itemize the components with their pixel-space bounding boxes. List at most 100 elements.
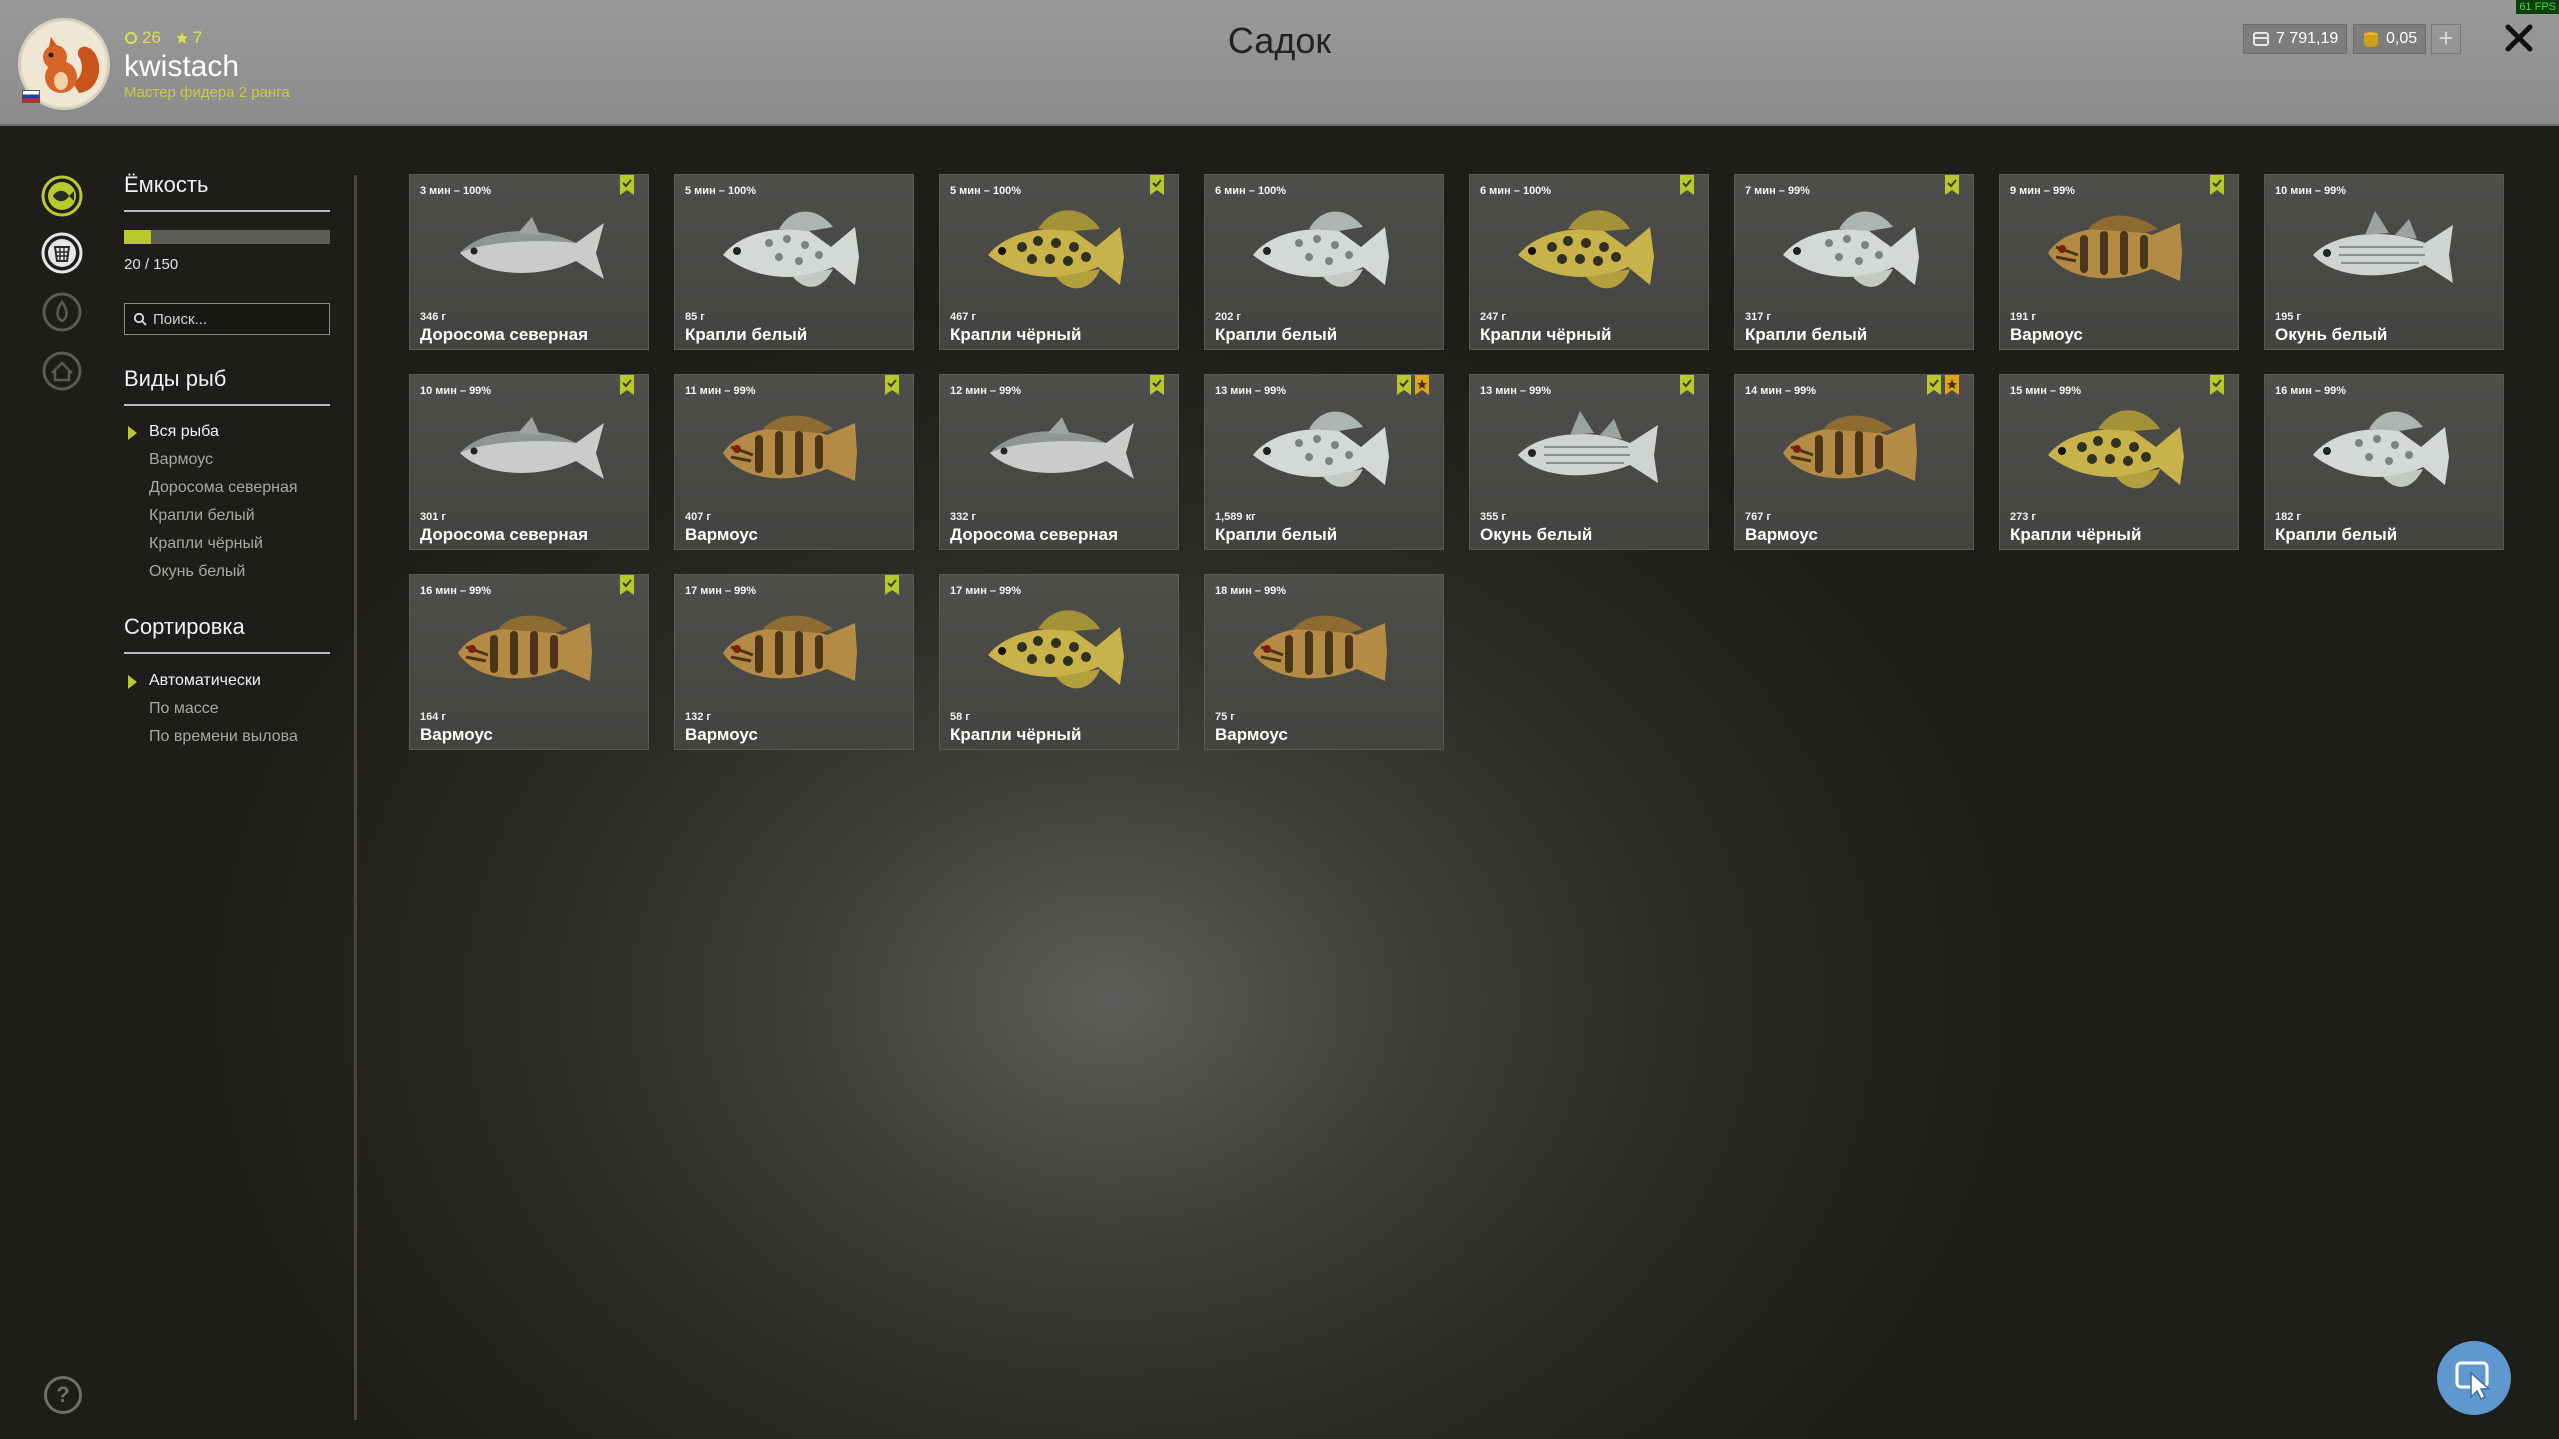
- fish-warmouth-icon: [709, 397, 881, 499]
- fish-card[interactable]: 9 мин – 99% 191 г Вармоус: [1999, 174, 2239, 350]
- fish-badges: [1150, 175, 1164, 195]
- rail-home-button[interactable]: [40, 349, 84, 393]
- fish-card[interactable]: 10 мин – 99% 195 г Окунь белый: [2264, 174, 2504, 350]
- fps-counter: 61 FPS: [2516, 0, 2559, 14]
- fish-name: Крапли белый: [2275, 525, 2398, 544]
- fish-name: Крапли белый: [685, 325, 808, 344]
- species-filter-list: Вся рыба Вармоус Доросома северная Крапл…: [124, 422, 298, 590]
- fish-weight: 407 г: [685, 511, 711, 523]
- fish-name: Доросома северная: [950, 525, 1119, 544]
- green-bookmark-icon: [620, 175, 634, 195]
- sort-option-catch-time[interactable]: По времени вылова: [124, 727, 298, 755]
- fish-badges: [1397, 375, 1429, 395]
- fish-catch-time: 16 мин – 99%: [420, 585, 492, 597]
- fish-card[interactable]: 6 мин – 100% 202 г Крапли белый: [1204, 174, 1444, 350]
- green-bookmark-icon: [1150, 175, 1164, 195]
- add-currency-button[interactable]: +: [2431, 24, 2461, 54]
- country-flag-icon: [22, 90, 40, 103]
- fish-wcrappie-icon: [1239, 397, 1411, 499]
- fish-name: Крапли белый: [1215, 325, 1338, 344]
- fish-card[interactable]: 16 мин – 99% 164 г Вармоус: [409, 574, 649, 750]
- rail-campfire-button[interactable]: [40, 290, 84, 334]
- rail-keepnet-fish-button[interactable]: [40, 174, 84, 218]
- fish-search[interactable]: [124, 303, 330, 335]
- fish-card[interactable]: 17 мин – 99% 58 г Крапли чёрный: [939, 574, 1179, 750]
- fish-card[interactable]: 12 мин – 99% 332 г Доросома северная: [939, 374, 1179, 550]
- green-bookmark-icon: [1680, 375, 1694, 395]
- fish-weight: 85 г: [685, 311, 705, 323]
- fish-card[interactable]: 18 мин – 99% 75 г Вармоус: [1204, 574, 1444, 750]
- close-button[interactable]: [2501, 20, 2537, 56]
- rail-keepnet-button[interactable]: [40, 231, 84, 275]
- green-bookmark-icon: [1680, 175, 1694, 195]
- fish-card[interactable]: 11 мин – 99% 407 г Вармоус: [674, 374, 914, 550]
- fish-card[interactable]: 5 мин – 100% 85 г Крапли белый: [674, 174, 914, 350]
- fish-weight: 1,589 кг: [1215, 511, 1256, 523]
- capacity-progress-bar: [124, 230, 330, 244]
- green-bookmark-icon: [885, 375, 899, 395]
- fish-catch-time: 6 мин – 100%: [1215, 185, 1287, 197]
- silver-amount: 7 791,19: [2276, 30, 2339, 47]
- fish-weight: 182 г: [2275, 511, 2301, 523]
- fish-weight: 317 г: [1745, 311, 1771, 323]
- sort-heading: Сортировка: [124, 614, 245, 639]
- fish-weight: 164 г: [420, 711, 446, 723]
- fish-weight: 767 г: [1745, 511, 1771, 523]
- fish-badges: [2210, 175, 2224, 195]
- fish-name: Вармоус: [685, 725, 758, 744]
- species-filter-black-crappie[interactable]: Крапли чёрный: [124, 534, 298, 562]
- fish-wcrappie-icon: [709, 197, 881, 299]
- fish-badges: [1680, 375, 1694, 395]
- species-filter-white-bass[interactable]: Окунь белый: [124, 562, 298, 590]
- fish-badges: [1680, 175, 1694, 195]
- fish-badges: [1927, 375, 1959, 395]
- fish-catch-time: 15 мин – 99%: [2010, 385, 2082, 397]
- fish-card[interactable]: 6 мин – 100% 247 г Крапли чёрный: [1469, 174, 1709, 350]
- fish-badges: [885, 375, 899, 395]
- fish-name: Доросома северная: [420, 325, 589, 344]
- fish-shad-icon: [974, 397, 1146, 499]
- fish-weight: 332 г: [950, 511, 976, 523]
- help-icon[interactable]: ?: [44, 1376, 82, 1414]
- fish-name: Вармоус: [685, 525, 758, 544]
- species-filter-gizzard-shad[interactable]: Доросома северная: [124, 478, 298, 506]
- fish-catch-time: 11 мин – 99%: [685, 385, 756, 397]
- sort-option-weight[interactable]: По массе: [124, 699, 298, 727]
- fish-card[interactable]: 10 мин – 99% 301 г Доросома северная: [409, 374, 649, 550]
- sort-heading-divider: [124, 652, 330, 654]
- fish-name: Крапли чёрный: [950, 325, 1082, 344]
- close-icon: [2505, 24, 2533, 52]
- fish-catch-time: 17 мин – 99%: [950, 585, 1022, 597]
- fish-weight: 195 г: [2275, 311, 2301, 323]
- fish-card[interactable]: 16 мин – 99% 182 г Крапли белый: [2264, 374, 2504, 550]
- gold-balance[interactable]: 0,05: [2353, 24, 2427, 54]
- fish-card[interactable]: 15 мин – 99% 273 г Крапли чёрный: [1999, 374, 2239, 550]
- fish-catch-time: 12 мин – 99%: [950, 385, 1022, 397]
- silver-balance[interactable]: 7 791,19: [2243, 24, 2348, 54]
- page-title: Садок: [1227, 20, 1332, 61]
- fish-card[interactable]: 3 мин – 100% 346 г Доросома северная: [409, 174, 649, 350]
- species-filter-warmouth[interactable]: Вармоус: [124, 450, 298, 478]
- search-input[interactable]: [153, 310, 323, 328]
- fish-catch-time: 5 мин – 100%: [685, 185, 757, 197]
- fish-name: Окунь белый: [2275, 325, 2388, 344]
- fish-card[interactable]: 5 мин – 100% 467 г Крапли чёрный: [939, 174, 1179, 350]
- top-bar: 26 7 kwistach Мастер фидера 2 ранга Садо…: [0, 0, 2559, 126]
- fish-card[interactable]: 14 мин – 99% 767 г Вармоус: [1734, 374, 1974, 550]
- fish-weight: 346 г: [420, 311, 446, 323]
- fish-card[interactable]: 17 мин – 99% 132 г Вармоус: [674, 574, 914, 750]
- chat-button[interactable]: [2437, 1341, 2511, 1415]
- green-bookmark-icon: [2210, 375, 2224, 395]
- fish-warmouth-icon: [1239, 597, 1411, 699]
- fish-weight: 191 г: [2010, 311, 2036, 323]
- fish-name: Вармоус: [2010, 325, 2083, 344]
- species-filter-all[interactable]: Вся рыба: [124, 422, 298, 450]
- fish-card[interactable]: 7 мин – 99% 317 г Крапли белый: [1734, 174, 1974, 350]
- sort-option-auto[interactable]: Автоматически: [124, 671, 298, 699]
- fish-card[interactable]: 13 мин – 99% 1,589 кг Крапли белый: [1204, 374, 1444, 550]
- silver-coins-icon: [2253, 32, 2269, 46]
- fish-catch-time: 10 мин – 99%: [2275, 185, 2347, 197]
- fish-card[interactable]: 13 мин – 99% 355 г Окунь белый: [1469, 374, 1709, 550]
- species-filter-white-crappie[interactable]: Крапли белый: [124, 506, 298, 534]
- green-bookmark-icon: [2210, 175, 2224, 195]
